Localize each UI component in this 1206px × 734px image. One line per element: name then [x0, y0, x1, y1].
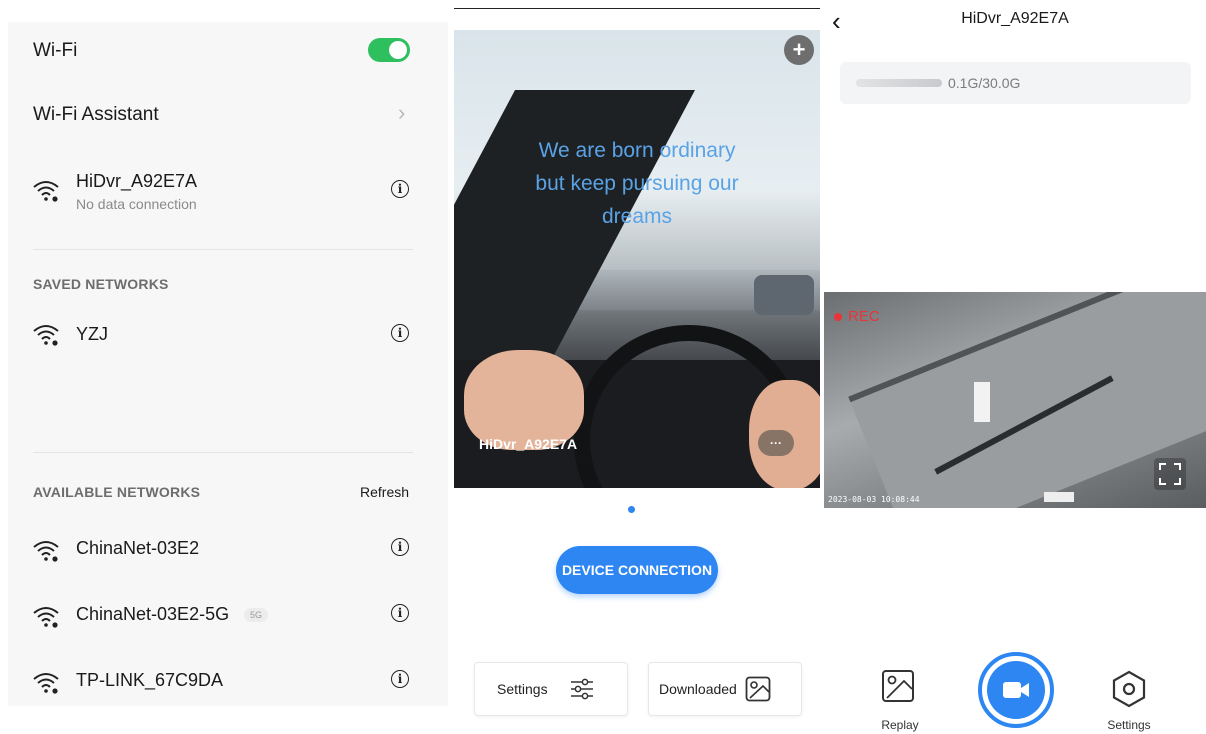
wifi-signal-icon — [33, 541, 59, 562]
car-shape — [754, 275, 814, 315]
ceiling-panel — [848, 292, 1206, 508]
downloaded-button[interactable]: Downloaded — [648, 662, 802, 716]
fullscreen-icon[interactable] — [1154, 458, 1186, 490]
page-title: HiDvr_A92E7A — [961, 10, 1069, 27]
image-icon — [745, 676, 771, 702]
device-detail-panel: ‹ HiDvr_A92E7A 0.1G/30.0G REC 2023-08-03… — [824, 0, 1206, 734]
info-icon[interactable]: i — [391, 538, 409, 556]
banner-quote-line: We are born ordinary — [538, 139, 736, 162]
device-connection-button[interactable]: DEVICE CONNECTION — [556, 546, 718, 594]
connected-network-name: HiDvr_A92E7A — [76, 171, 198, 191]
banner-quote: We are born ordinary but keep pursuing o… — [487, 134, 787, 233]
info-icon[interactable]: i — [391, 670, 409, 688]
video-camera-icon — [1003, 682, 1029, 698]
record-button[interactable] — [978, 652, 1054, 728]
wifi-assistant-label: Wi-Fi Assistant — [33, 104, 159, 125]
settings-button[interactable]: Settings — [474, 662, 628, 716]
connected-network-status: No data connection — [76, 196, 197, 212]
device-home-panel: We are born ordinary but keep pursuing o… — [454, 8, 820, 724]
top-rule — [454, 8, 820, 9]
info-icon[interactable]: i — [391, 604, 409, 622]
wifi-toggle[interactable] — [368, 38, 410, 62]
rec-dot — [834, 312, 842, 321]
hexagon-settings-icon — [1112, 670, 1146, 708]
replay-tab-label: Replay — [881, 718, 919, 732]
more-options-button[interactable]: ··· — [758, 430, 794, 456]
storage-card: 0.1G/30.0G — [840, 62, 1191, 104]
plus-icon[interactable]: + — [784, 35, 814, 65]
wifi-assistant-row[interactable]: Wi-Fi Assistant › — [8, 92, 448, 136]
available-networks-header: AVAILABLE NETWORKS — [33, 484, 201, 500]
available-network-row[interactable]: ChinaNet-03E2-5G 5G i — [8, 596, 448, 640]
banner-quote-line: but keep pursuing our — [535, 172, 739, 195]
chevron-right-icon: › — [398, 100, 406, 125]
saved-network-row[interactable]: YZJ i — [8, 312, 448, 356]
info-icon[interactable]: i — [391, 324, 409, 342]
connected-network-row[interactable]: HiDvr_A92E7A No data connection i — [8, 162, 448, 222]
toggle-knob — [389, 41, 407, 59]
settings-label: Settings — [497, 681, 548, 697]
saved-network-name: YZJ — [76, 324, 109, 344]
info-icon[interactable]: i — [391, 180, 409, 198]
wifi-signal-icon — [33, 673, 59, 694]
sliders-icon — [570, 678, 593, 700]
available-network-name: ChinaNet-03E2-5G — [76, 604, 230, 624]
video-timestamp: 2023-08-03 10:08:44 — [828, 495, 920, 504]
wifi-signal-icon — [33, 325, 59, 346]
page-indicator-dot — [628, 506, 635, 513]
settings-tab[interactable] — [1110, 670, 1150, 710]
divider — [33, 249, 413, 250]
banner-quote-line: dreams — [601, 205, 673, 228]
replay-image-icon — [882, 670, 914, 702]
storage-text: 0.1G/30.0G — [948, 75, 1021, 91]
available-network-row[interactable]: ChinaNet-03E2 i — [8, 530, 448, 574]
replay-tab[interactable] — [880, 668, 920, 708]
light-reflection — [1044, 492, 1074, 502]
storage-bar — [856, 79, 942, 87]
wifi-title: Wi-Fi — [33, 40, 78, 61]
wifi-signal-icon — [33, 607, 59, 628]
available-network-name: ChinaNet-03E2 — [76, 538, 200, 558]
record-button-inner — [987, 661, 1045, 719]
5g-badge: 5G — [244, 608, 269, 622]
refresh-button[interactable]: Refresh — [360, 484, 409, 500]
available-network-row[interactable]: TP-LINK_67C9DA i — [8, 666, 448, 706]
divider — [33, 452, 413, 453]
saved-networks-header: SAVED NETWORKS — [33, 276, 169, 292]
device-name-label: HiDvr_A92E7A — [479, 436, 578, 452]
wifi-signal-icon — [33, 181, 59, 202]
available-network-name: TP-LINK_67C9DA — [76, 670, 224, 690]
light-reflection — [974, 382, 990, 422]
live-preview[interactable]: REC 2023-08-03 10:08:44 — [824, 292, 1206, 508]
left-hand — [464, 350, 584, 450]
rec-indicator: REC — [834, 308, 880, 325]
downloaded-label: Downloaded — [659, 681, 737, 697]
settings-tab-label: Settings — [1107, 718, 1151, 732]
rec-label: REC — [848, 308, 880, 325]
wifi-settings-panel: Wi-Fi Wi-Fi Assistant › HiDvr_A92E7A No … — [8, 22, 448, 706]
device-banner-card[interactable]: We are born ordinary but keep pursuing o… — [454, 30, 820, 488]
